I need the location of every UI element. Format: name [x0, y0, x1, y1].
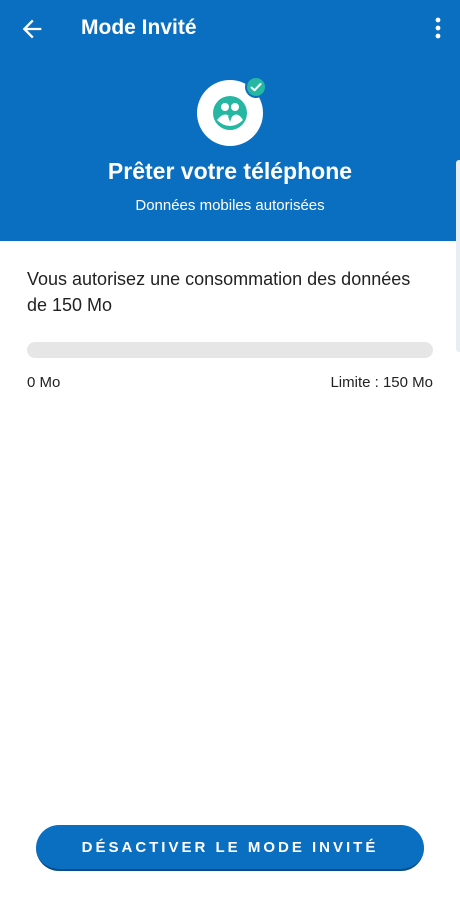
- back-button[interactable]: [18, 15, 46, 43]
- edge-panel-handle[interactable]: [456, 160, 460, 352]
- page-title: Mode Invité: [81, 16, 197, 39]
- check-icon: [250, 83, 262, 92]
- progress-min-label: 0 Mo: [27, 374, 61, 391]
- arrow-left-icon: [22, 19, 42, 39]
- more-options-button[interactable]: [430, 14, 446, 42]
- data-allowance-description: Vous autorisez une consommation des donn…: [27, 269, 411, 315]
- deactivate-guest-mode-button[interactable]: DÉSACTIVER LE MODE INVITÉ: [36, 825, 424, 871]
- guest-mode-badge: [197, 76, 267, 148]
- active-check-badge: [245, 76, 267, 98]
- hero-title: Prêter votre téléphone: [107, 158, 353, 184]
- data-usage-progress-bar: [27, 342, 433, 358]
- more-vert-icon: [435, 17, 441, 39]
- progress-max-label: Limite : 150 Mo: [330, 374, 433, 391]
- top-app-bar: Mode Invité: [0, 0, 460, 56]
- header-banner: Mode Invité Prêter votre téléphone Donné…: [0, 0, 460, 241]
- hero-subtitle: Données mobiles autorisées: [135, 197, 325, 214]
